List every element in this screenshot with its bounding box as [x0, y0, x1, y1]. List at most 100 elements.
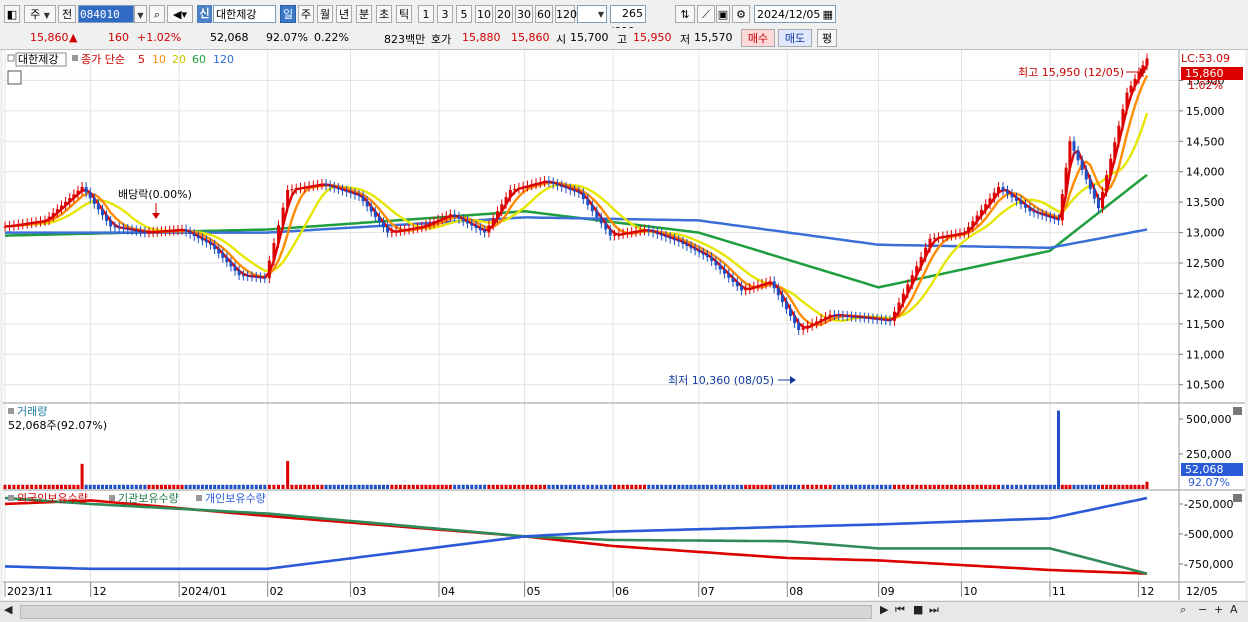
auto-scale-icon[interactable]: A [1230, 603, 1238, 616]
candle-body [530, 184, 534, 186]
volume-bar [487, 484, 491, 489]
volume-bar [390, 484, 394, 489]
volume-bar [727, 484, 731, 489]
step-back-icon[interactable]: ⏮ [895, 603, 905, 617]
candle-body [949, 234, 953, 236]
candle-body [88, 192, 92, 199]
legend-ma120: 120 [213, 53, 234, 66]
candle-body [39, 221, 43, 223]
step-forward-icon[interactable]: ⏭ [929, 603, 939, 617]
volume-bar [1113, 484, 1117, 489]
volume-bar [677, 484, 681, 489]
volume-panel-icon [8, 408, 14, 414]
scroll-left-icon[interactable]: ◀ [4, 603, 12, 616]
candle-body [714, 261, 718, 266]
volume-bar [1129, 484, 1133, 489]
candle-body [971, 221, 975, 227]
candle-body [664, 235, 668, 238]
volume-bar [919, 484, 923, 489]
candle-body [697, 250, 701, 253]
candle-body [608, 229, 612, 236]
candle-body [1109, 158, 1113, 176]
scroll-right-icon[interactable]: ▶ [880, 603, 888, 616]
volume-bar [96, 484, 100, 489]
volume-bar [841, 484, 845, 489]
volume-title: 거래량 [17, 405, 47, 418]
candle-body [478, 228, 482, 231]
volume-bar [217, 484, 221, 489]
volume-bar [555, 484, 559, 489]
candle-body [381, 222, 385, 228]
grid-toggle-icon[interactable] [7, 70, 22, 85]
volume-bar [971, 484, 975, 489]
volume-bar [1006, 484, 1010, 489]
volume-bar [281, 484, 285, 489]
candle-body [997, 186, 1001, 193]
candle-body [483, 230, 487, 233]
scroll-track[interactable] [20, 605, 872, 619]
candle-body [394, 231, 398, 233]
candle-body [768, 281, 772, 283]
volume-bar [643, 484, 647, 489]
candle-body [221, 253, 225, 258]
x-tick-label: 12 [93, 585, 107, 598]
price-tick-label: 10,500 [1186, 379, 1225, 392]
volume-bar [290, 484, 294, 489]
volume-panel-close-icon[interactable] [1233, 407, 1242, 415]
volume-bar [722, 484, 726, 489]
candle-body [672, 238, 676, 241]
volume-bar [748, 484, 752, 489]
candle-body [655, 232, 659, 235]
candle-body [68, 198, 72, 202]
candle-body [209, 242, 213, 245]
zoom-in-icon[interactable]: + [1214, 603, 1223, 616]
volume-bar [1001, 484, 1005, 489]
zoom-search-icon[interactable]: ⌕ [1180, 603, 1186, 617]
candle-body [277, 225, 281, 243]
volume-bar [272, 484, 276, 489]
volume-bar [638, 484, 642, 489]
x-tick-label: 2024/01 [181, 585, 227, 598]
candle-body [810, 323, 814, 326]
candle-body [500, 204, 504, 212]
volume-bar [483, 484, 487, 489]
volume-bar [1032, 484, 1036, 489]
volume-bar [850, 484, 854, 489]
candle-body [76, 190, 80, 195]
candle-body [403, 229, 407, 231]
volume-bar [172, 484, 176, 489]
volume-bar [932, 484, 936, 489]
candle-up [1068, 136, 1072, 173]
volume-bar [1076, 484, 1080, 489]
volume-bar [39, 484, 43, 489]
volume-bar [139, 484, 143, 489]
volume-bar [277, 484, 281, 489]
candle-body [188, 231, 192, 234]
candle-body [466, 221, 470, 224]
volume-bar [937, 484, 941, 489]
candle-body [233, 266, 237, 271]
volume-bar [221, 484, 225, 489]
holding-panel-close-icon[interactable] [1233, 494, 1242, 502]
volume-bar [68, 484, 72, 489]
candle-body [1072, 141, 1076, 151]
volume-bar [538, 484, 542, 489]
candle-body [1096, 198, 1100, 209]
volume-bar [403, 484, 407, 489]
candle-body [760, 283, 764, 286]
volume-bar [416, 484, 420, 489]
stop-icon[interactable]: ■ [913, 603, 923, 616]
volume-bar [43, 484, 47, 489]
zoom-out-icon[interactable]: − [1198, 603, 1207, 616]
lc-label: LC:53.09 [1181, 52, 1230, 65]
candle-body [867, 317, 871, 319]
volume-bar [365, 484, 369, 489]
volume-bar [92, 484, 96, 489]
candle-body [263, 277, 267, 279]
candle-body [407, 228, 411, 230]
volume-bar [867, 484, 871, 489]
volume-current-label: 52,068 [1185, 463, 1224, 476]
candle-body [92, 198, 96, 204]
holding-icon-1 [8, 495, 14, 501]
volume-bar [517, 484, 521, 489]
